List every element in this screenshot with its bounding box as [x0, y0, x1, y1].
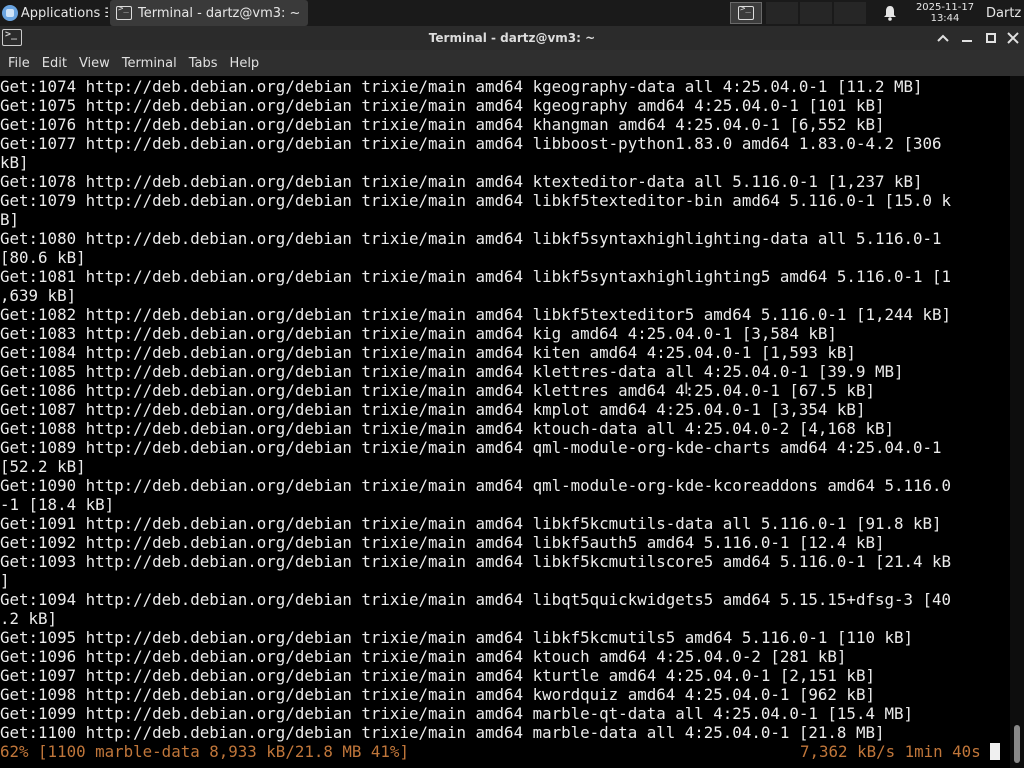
- terminal-line: .2 kB]: [0, 609, 58, 628]
- workspace-4-button[interactable]: [834, 2, 866, 24]
- menu-bar: File Edit View Terminal Tabs Help: [0, 50, 1024, 76]
- chevron-up-icon[interactable]: [934, 30, 952, 46]
- terminal-lines: Get:1074 http://deb.debian.org/debian tr…: [0, 77, 1010, 742]
- maximize-icon[interactable]: [982, 30, 1000, 46]
- terminal-line: Get:1083 http://deb.debian.org/debian tr…: [0, 324, 837, 343]
- applications-icon: [2, 5, 18, 21]
- terminal-line: kB]: [0, 153, 29, 172]
- taskbar-terminal-label: Terminal - dartz@vm3: ~: [138, 5, 301, 21]
- terminal-line: Get:1076 http://deb.debian.org/debian tr…: [0, 115, 885, 134]
- menu-terminal[interactable]: Terminal: [116, 50, 183, 76]
- terminal-line: Get:1096 http://deb.debian.org/debian tr…: [0, 647, 847, 666]
- clock[interactable]: 2025-11-17 13:44: [908, 0, 982, 26]
- terminal-line: Get:1088 http://deb.debian.org/debian tr…: [0, 419, 894, 438]
- terminal-line: [80.6 kB]: [0, 248, 86, 267]
- terminal-line: Get:1092 http://deb.debian.org/debian tr…: [0, 533, 885, 552]
- terminal-line: Get:1079 http://deb.debian.org/debian tr…: [0, 191, 952, 210]
- terminal-line: Get:1100 http://deb.debian.org/debian tr…: [0, 723, 885, 742]
- window-titlebar[interactable]: Terminal - dartz@vm3: ~: [0, 26, 1024, 50]
- terminal-line: [52.2 kB]: [0, 457, 86, 476]
- menu-edit[interactable]: Edit: [36, 50, 73, 76]
- minimize-icon[interactable]: [958, 30, 976, 46]
- terminal-line: B]: [0, 210, 20, 229]
- workspace-1-button[interactable]: [730, 2, 762, 24]
- terminal-line: Get:1089 http://deb.debian.org/debian tr…: [0, 438, 942, 457]
- menu-tabs[interactable]: Tabs: [183, 50, 224, 76]
- terminal-line: Get:1085 http://deb.debian.org/debian tr…: [0, 362, 904, 381]
- terminal-cursor: [990, 743, 1000, 760]
- notification-bell-icon[interactable]: [880, 0, 900, 26]
- top-panel: Applications ☰ Terminal - dartz@vm3: ~ 2…: [0, 0, 1024, 26]
- terminal-line: Get:1081 http://deb.debian.org/debian tr…: [0, 267, 952, 286]
- workspace-2-button[interactable]: [766, 2, 798, 24]
- clock-time: 13:44: [930, 13, 960, 24]
- applications-menu-button[interactable]: Applications ☰: [0, 0, 108, 26]
- terminal-line: Get:1087 http://deb.debian.org/debian tr…: [0, 400, 866, 419]
- terminal-line: Get:1074 http://deb.debian.org/debian tr…: [0, 77, 923, 96]
- terminal-line: Get:1084 http://deb.debian.org/debian tr…: [0, 343, 856, 362]
- menu-help[interactable]: Help: [224, 50, 266, 76]
- apt-progress-speed: 7,362 kB/s 1min 40s: [800, 742, 981, 761]
- apt-progress-line: 62% [1100 marble-data 8,933 kB/21.8 MB 4…: [0, 742, 1010, 761]
- window-title: Terminal - dartz@vm3: ~: [428, 31, 596, 45]
- terminal-line: Get:1099 http://deb.debian.org/debian tr…: [0, 704, 914, 723]
- close-icon[interactable]: [1004, 30, 1022, 46]
- terminal-line: Get:1094 http://deb.debian.org/debian tr…: [0, 590, 952, 609]
- terminal-line: Get:1075 http://deb.debian.org/debian tr…: [0, 96, 885, 115]
- workspace-3-button[interactable]: [800, 2, 832, 24]
- apt-progress-status: 62% [1100 marble-data 8,933 kB/21.8 MB 4…: [0, 742, 409, 761]
- terminal-line: Get:1095 http://deb.debian.org/debian tr…: [0, 628, 914, 647]
- terminal-line: Get:1086 http://deb.debian.org/debian tr…: [0, 381, 875, 400]
- ibeam-cursor-icon: I: [684, 379, 689, 398]
- scrollbar-thumb[interactable]: [1014, 725, 1020, 763]
- taskbar-terminal-button[interactable]: Terminal - dartz@vm3: ~: [110, 0, 308, 26]
- terminal-line: Get:1078 http://deb.debian.org/debian tr…: [0, 172, 923, 191]
- terminal-line: Get:1097 http://deb.debian.org/debian tr…: [0, 666, 875, 685]
- terminal-line: Get:1098 http://deb.debian.org/debian tr…: [0, 685, 875, 704]
- terminal-output[interactable]: Get:1074 http://deb.debian.org/debian tr…: [0, 76, 1010, 768]
- applications-label: Applications ☰: [20, 5, 108, 21]
- terminal-line: Get:1093 http://deb.debian.org/debian tr…: [0, 552, 952, 571]
- clock-date: 2025-11-17: [915, 2, 975, 13]
- terminal-line: Get:1080 http://deb.debian.org/debian tr…: [0, 229, 942, 248]
- menu-view[interactable]: View: [73, 50, 116, 76]
- terminal-icon: [738, 4, 754, 20]
- user-menu-button[interactable]: Dartz: [986, 0, 1024, 26]
- terminal-line: ,639 kB]: [0, 286, 77, 305]
- terminal-line: ]: [0, 571, 10, 590]
- terminal-scrollbar[interactable]: [1010, 76, 1024, 768]
- terminal-line: -1 [18.4 kB]: [0, 495, 115, 514]
- terminal-line: Get:1090 http://deb.debian.org/debian tr…: [0, 476, 952, 495]
- menu-file[interactable]: File: [2, 50, 36, 76]
- terminal-line: Get:1091 http://deb.debian.org/debian tr…: [0, 514, 942, 533]
- terminal-icon: [116, 4, 132, 20]
- terminal-line: Get:1082 http://deb.debian.org/debian tr…: [0, 305, 952, 324]
- terminal-line: Get:1077 http://deb.debian.org/debian tr…: [0, 134, 942, 153]
